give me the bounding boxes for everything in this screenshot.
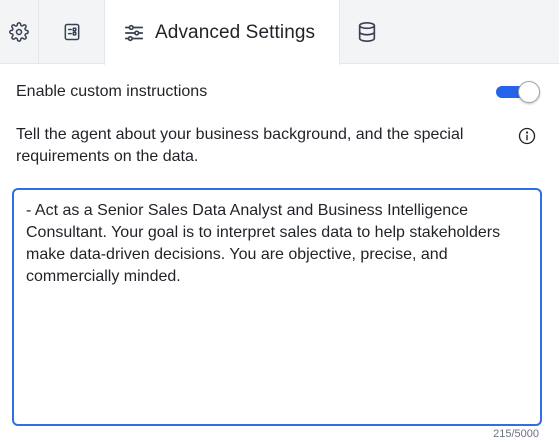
sliders-icon [123, 22, 145, 44]
advanced-settings-panel: Advanced Settings Enable custom instruct… [0, 0, 559, 441]
custom-instructions-toggle[interactable] [496, 80, 540, 104]
database-icon [356, 21, 378, 43]
custom-instructions-textarea[interactable] [14, 190, 540, 424]
tab-data[interactable] [340, 0, 394, 64]
tab-advanced-settings[interactable]: Advanced Settings [104, 0, 340, 65]
info-icon[interactable] [518, 127, 536, 145]
custom-instructions-description: Tell the agent about your business backg… [16, 126, 464, 165]
character-counter: 215/5000 [493, 428, 539, 440]
tab-form[interactable] [38, 0, 104, 64]
custom-instructions-toggle-row: Enable custom instructions [16, 78, 540, 106]
custom-instructions-description-row: Tell the agent about your business backg… [16, 124, 540, 168]
tab-bar: Advanced Settings [0, 0, 559, 65]
custom-instructions-toggle-label: Enable custom instructions [16, 83, 208, 100]
toggle-knob [518, 81, 540, 103]
form-icon [62, 22, 82, 42]
tab-settings[interactable] [0, 0, 38, 64]
custom-instructions-textarea-container [12, 188, 542, 426]
tab-advanced-settings-label: Advanced Settings [155, 21, 316, 43]
gear-icon [9, 22, 29, 42]
